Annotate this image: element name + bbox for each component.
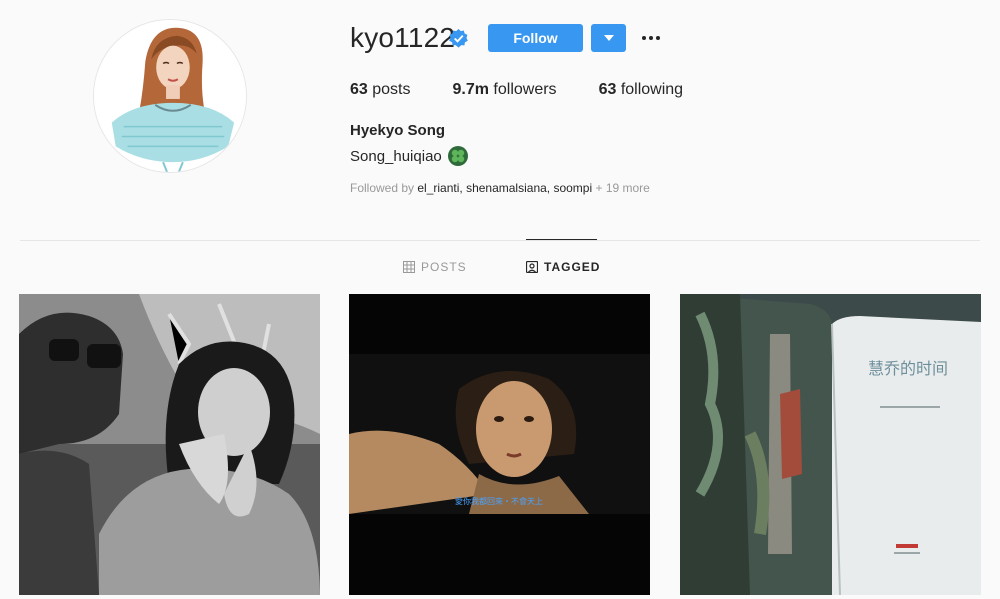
followed-by-text[interactable]: Followed by el_rianti, shenamalsiana, so… [350,181,650,195]
subtitle-text: 愛你我都回來・不會天上 [455,496,543,506]
caret-down-icon [603,35,614,41]
profile-avatar[interactable] [93,19,247,173]
following-stat[interactable]: 63 following [599,81,684,99]
profile-username: kyo1122 [350,22,456,53]
followed-by-names: el_rianti, shenamalsiana, soompi [417,181,593,195]
profile-bio: Song_huiqiao [350,146,468,166]
posts-count: 63 [350,81,368,98]
avatar-illustration [94,20,246,172]
tabs-divider [20,240,980,241]
verified-badge-icon [449,29,468,48]
tab-posts[interactable]: POSTS [403,260,467,274]
follow-button[interactable]: Follow [488,24,583,52]
photo-film-still-with-subtitle: 愛你我都回來・不會天上 [349,294,650,595]
tagged-icon [526,261,538,273]
bio-text: Song_huiqiao [350,147,442,165]
book-title-text: 慧乔的时间 [868,359,948,378]
posts-stat: 63 posts [350,81,411,99]
tab-tagged[interactable]: TAGGED [526,260,600,274]
tab-posts-label: POSTS [421,260,467,274]
tagged-post[interactable]: 愛你我都回來・不會天上 [349,294,650,595]
tab-tagged-label: TAGGED [544,260,601,274]
followed-by-more: + 19 more [592,181,650,195]
profile-full-name: Hyekyo Song [350,122,446,139]
active-tab-indicator [526,239,597,240]
following-label: following [620,81,684,98]
photo-bw-two-people [19,294,320,595]
followers-stat[interactable]: 9.7m followers [453,81,557,99]
grid-icon [403,261,415,273]
suggested-accounts-dropdown-button[interactable] [591,24,626,52]
followed-by-prefix: Followed by [350,181,418,195]
profile-stats: 63 posts 9.7m followers 63 following [350,81,725,99]
followers-label: followers [493,81,557,98]
followers-count: 9.7m [452,81,489,98]
tagged-post[interactable]: 慧乔的时间 [680,294,981,595]
tagged-post[interactable] [19,294,320,595]
four-leaf-clover-icon [447,146,468,166]
ellipsis-icon [642,36,660,40]
photo-book-cover: 慧乔的时间 [680,294,981,595]
more-options-button[interactable] [638,24,664,52]
following-count: 63 [598,81,617,98]
posts-label: posts [372,81,411,98]
